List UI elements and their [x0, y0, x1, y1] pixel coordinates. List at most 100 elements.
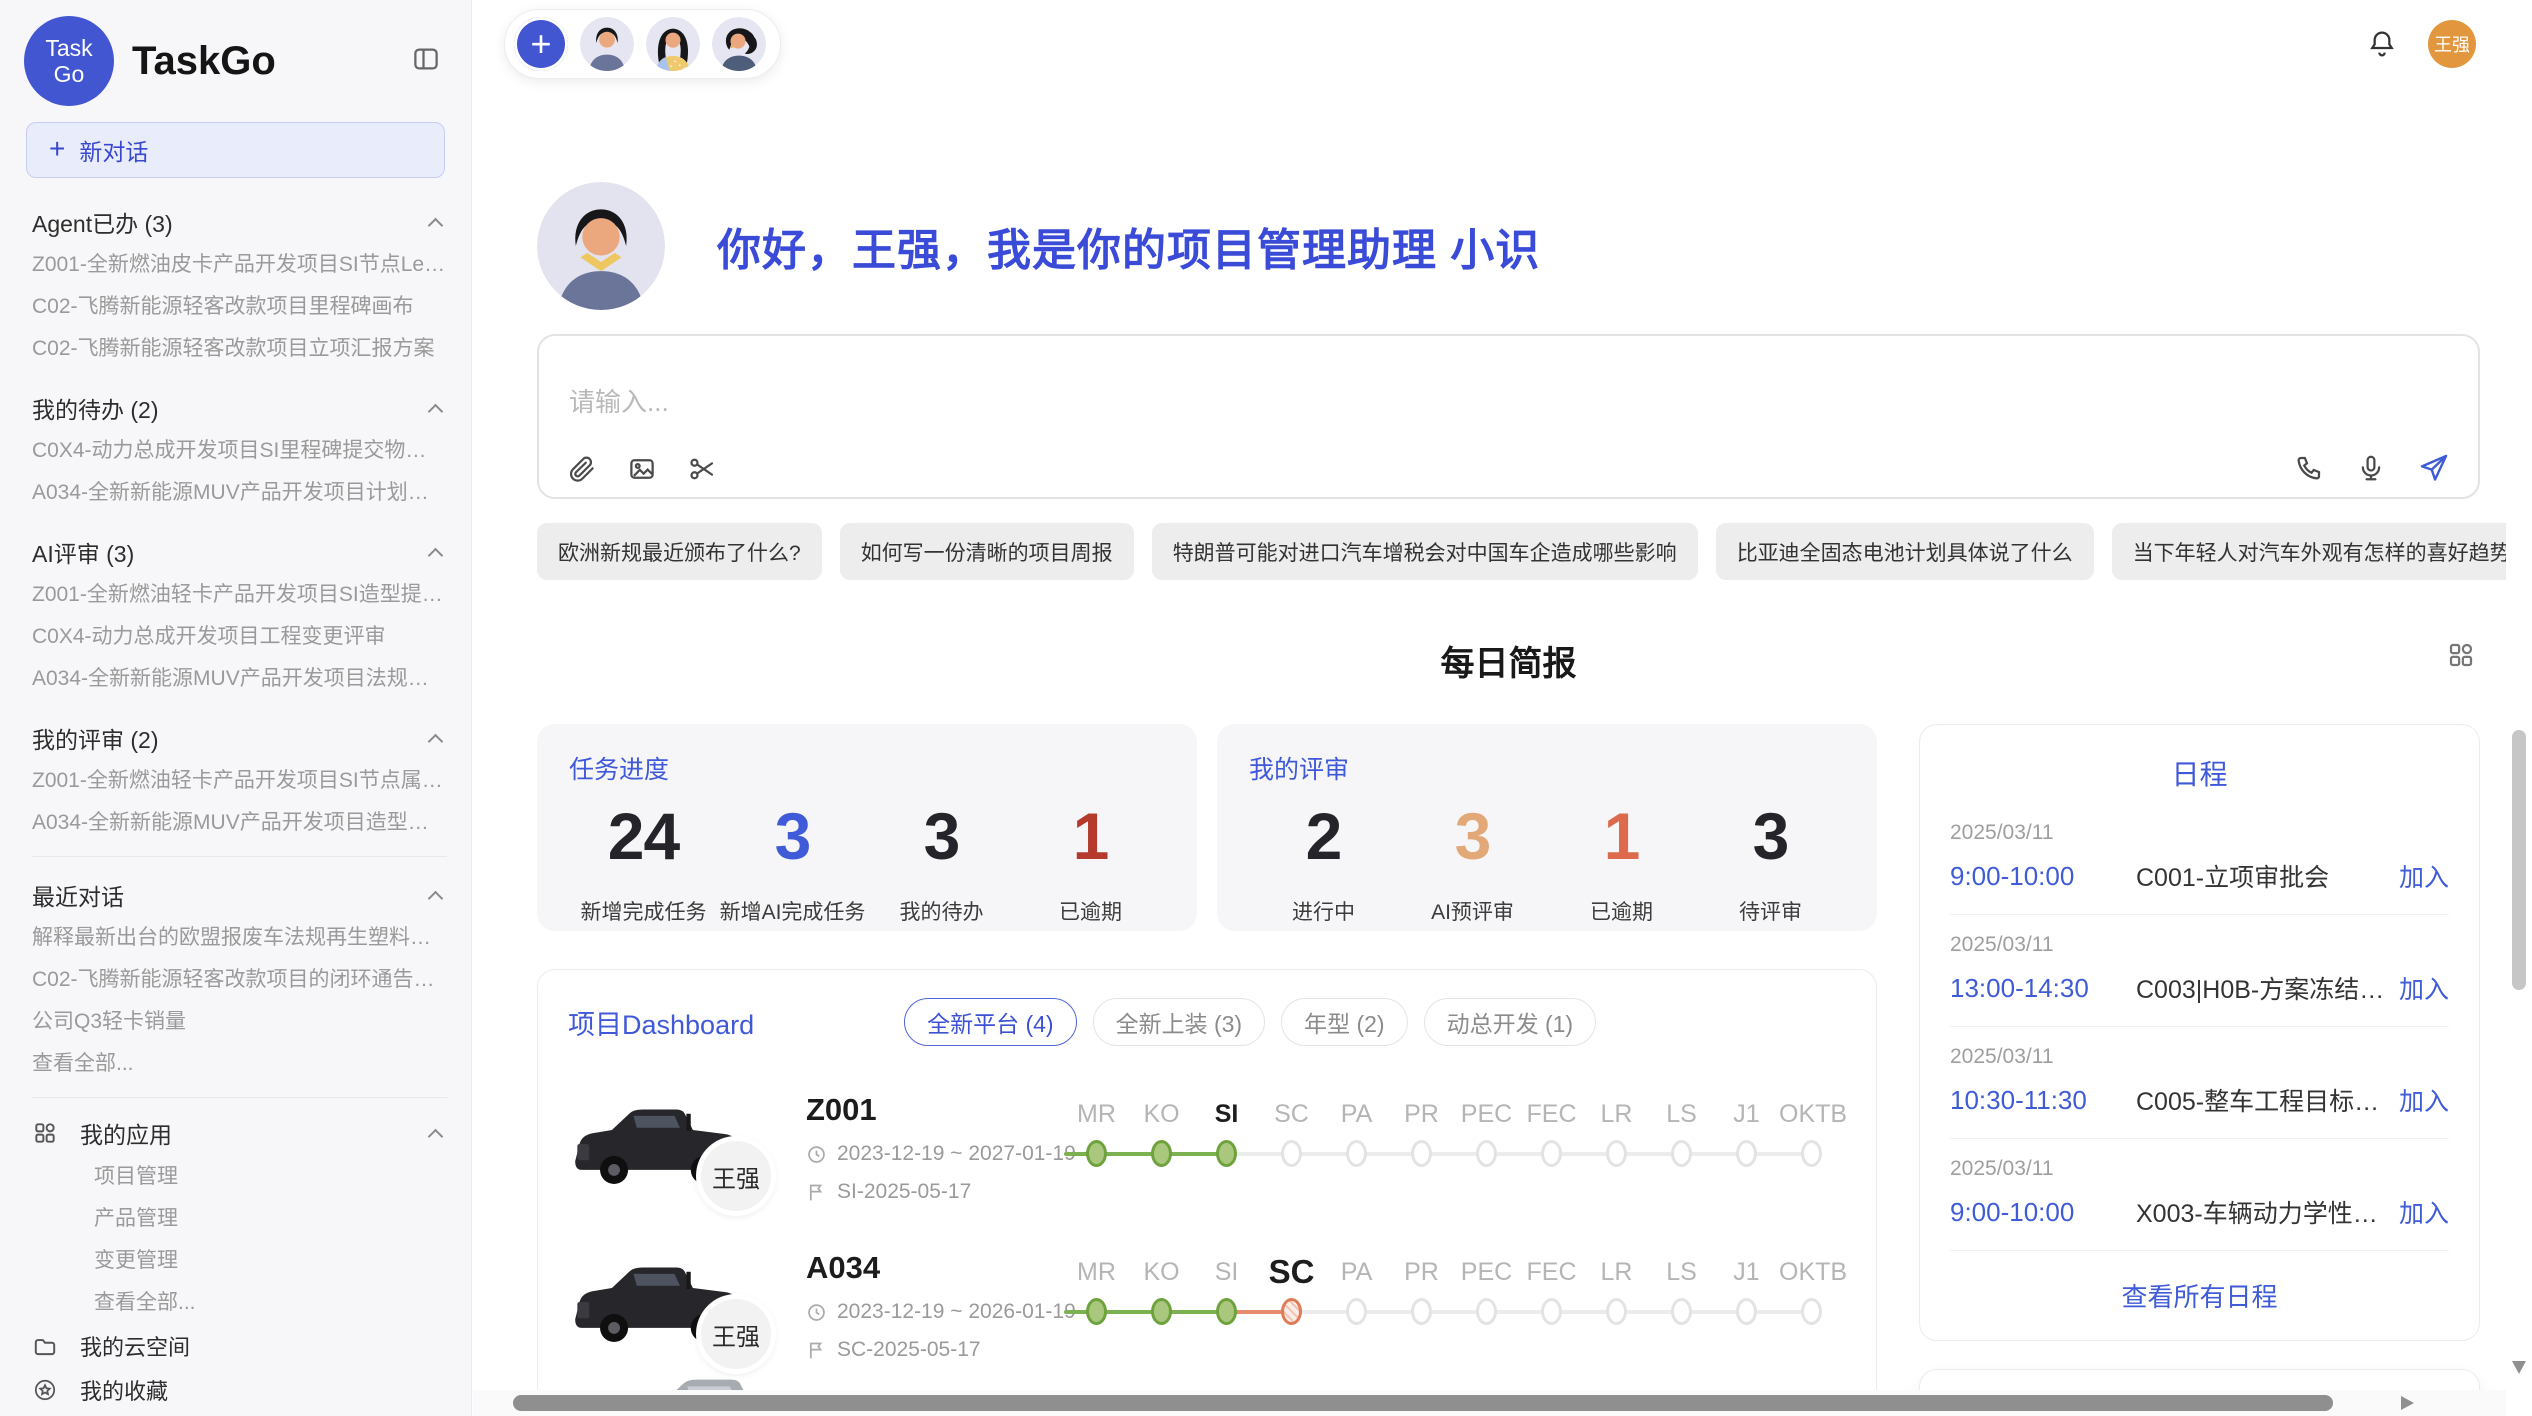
milestone-node[interactable] — [1411, 1140, 1432, 1167]
milestone-node[interactable] — [1411, 1298, 1432, 1325]
recent-conversation-item[interactable]: C02-飞腾新能源轻客改款项目的闭环通告反馈情况 — [32, 959, 447, 1001]
sidebar-task-item[interactable]: Z001-全新燃油轻卡产品开发项目SI节点属性5D文件评审 — [32, 760, 447, 802]
stat-cell: 1已逾期 — [1016, 790, 1165, 926]
sidebar-section-header[interactable]: 我的待办 (2) — [32, 386, 447, 430]
suggestion-chip[interactable]: 如何写一份清晰的项目周报 — [840, 523, 1134, 580]
dashboard-tab[interactable]: 动总开发 (1) — [1424, 998, 1597, 1046]
image-upload-icon[interactable] — [627, 454, 657, 484]
recent-conversation-item[interactable]: 公司Q3轻卡销量 — [32, 1001, 447, 1043]
sidebar-scroll-area[interactable]: Agent已办 (3)Z001-全新燃油皮卡产品开发项目SI节点Lesson L… — [0, 184, 471, 1416]
sidebar-task-item[interactable]: C0X4-动力总成开发项目SI里程碑提交物检查 — [32, 430, 447, 472]
horizontal-scrollbar[interactable] — [473, 1390, 2506, 1416]
sidebar-item-favorites[interactable]: 我的收藏 — [32, 1368, 447, 1412]
dashboard-tab[interactable]: 全新上装 (3) — [1093, 998, 1266, 1046]
add-member-button[interactable]: + — [514, 17, 568, 71]
star-icon — [32, 1377, 58, 1403]
milestone-node[interactable] — [1606, 1140, 1627, 1167]
scroll-down-arrow-icon[interactable] — [2512, 1361, 2526, 1374]
milestone-node[interactable] — [1346, 1140, 1367, 1167]
app-logo: Task Go — [24, 16, 114, 106]
section-title: AI评审 (3) — [32, 535, 134, 569]
app-item[interactable]: 变更管理 — [32, 1240, 447, 1282]
vertical-scrollbar-thumb[interactable] — [2512, 730, 2526, 990]
view-all-link[interactable]: 查看全部... — [32, 1282, 447, 1324]
send-icon[interactable] — [2418, 452, 2450, 484]
layout-grid-icon[interactable] — [2446, 640, 2476, 670]
avatar-woman-long-hair[interactable] — [646, 17, 700, 71]
project-car: 王强 — [568, 1248, 806, 1361]
milestone-node[interactable] — [1736, 1140, 1757, 1167]
app-item[interactable]: 项目管理 — [32, 1156, 447, 1198]
sidebar-task-item[interactable]: C02-飞腾新能源轻客改款项目里程碑画布 — [32, 286, 447, 328]
sidebar-section-header[interactable]: AI评审 (3) — [32, 530, 447, 574]
suggestion-chip[interactable]: 欧洲新规最近颁布了什么? — [537, 523, 822, 580]
milestone-node[interactable] — [1801, 1298, 1822, 1325]
screenshot-scissors-icon[interactable] — [687, 454, 717, 484]
milestone-node[interactable] — [1281, 1298, 1302, 1325]
user-avatar[interactable]: 王强 — [2428, 20, 2476, 68]
milestone-node[interactable] — [1086, 1140, 1107, 1167]
sidebar-task-item[interactable]: A034-全新新能源MUV产品开发项目计划变更表编写 — [32, 472, 447, 514]
milestone-node[interactable] — [1541, 1140, 1562, 1167]
stat-label: 新增AI完成任务 — [718, 896, 867, 926]
scroll-right-arrow-icon[interactable] — [2401, 1396, 2414, 1410]
milestone-labels: MRKOSISCPAPRPECFECLRLSJ1OKTB — [1064, 1252, 1846, 1292]
milestone-node[interactable] — [1801, 1140, 1822, 1167]
milestone-node[interactable] — [1151, 1140, 1172, 1167]
sidebar-task-item[interactable]: Z001-全新燃油皮卡产品开发项目SI节点Lesson Learn报告 — [32, 244, 447, 286]
project-info: Z0012023-12-19 ~ 2027-01-19SI-2025-05-17 — [806, 1090, 1056, 1204]
sidebar-task-item[interactable]: A034-全新新能源MUV产品开发项目法规符合性评审 — [32, 658, 447, 700]
milestone-node[interactable] — [1671, 1298, 1692, 1325]
join-meeting-link[interactable]: 加入 — [2399, 858, 2449, 894]
milestone-node[interactable] — [1541, 1298, 1562, 1325]
sidebar-task-item[interactable]: Z001-全新燃油轻卡产品开发项目SI造型提交物评审 — [32, 574, 447, 616]
milestone-node[interactable] — [1281, 1140, 1302, 1167]
milestone-node[interactable] — [1346, 1298, 1367, 1325]
stat-label: 新增完成任务 — [569, 896, 718, 926]
project-flag-label: SI-2025-05-17 — [837, 1180, 971, 1204]
milestone-node[interactable] — [1151, 1298, 1172, 1325]
recent-section-header[interactable]: 最近对话 — [32, 873, 447, 917]
milestone-node[interactable] — [1476, 1298, 1497, 1325]
phone-call-icon[interactable] — [2294, 453, 2324, 483]
avatar-woman-ponytail[interactable] — [712, 17, 766, 71]
milestone-node[interactable] — [1476, 1140, 1497, 1167]
collapse-sidebar-icon[interactable] — [407, 40, 445, 83]
chat-input[interactable] — [569, 382, 2218, 444]
dashboard-tab[interactable]: 全新平台 (4) — [904, 998, 1077, 1046]
milestone-label: LR — [1584, 1252, 1649, 1292]
milestone-node[interactable] — [1736, 1298, 1757, 1325]
sidebar-task-item[interactable]: C02-飞腾新能源轻客改款项目立项汇报方案 — [32, 328, 447, 370]
join-meeting-link[interactable]: 加入 — [2399, 1082, 2449, 1118]
join-meeting-link[interactable]: 加入 — [2399, 1194, 2449, 1230]
suggestion-chip[interactable]: 当下年轻人对汽车外观有怎样的喜好趋势 — [2112, 523, 2532, 580]
view-all-link[interactable]: 查看全部... — [32, 1043, 447, 1085]
milestone-node[interactable] — [1216, 1140, 1237, 1167]
suggestion-chip[interactable]: 比亚迪全固态电池计划具体说了什么 — [1716, 523, 2094, 580]
sidebar-section-header[interactable]: 我的评审 (2) — [32, 716, 447, 760]
milestone-node[interactable] — [1086, 1298, 1107, 1325]
new-chat-button[interactable]: + 新对话 — [26, 122, 445, 178]
recent-conversation-item[interactable]: 解释最新出台的欧盟报废车法规再生塑料比例被调至15%... — [32, 917, 447, 959]
dashboard-tab[interactable]: 年型 (2) — [1281, 998, 1408, 1046]
app-item[interactable]: 产品管理 — [32, 1198, 447, 1240]
milestone-node[interactable] — [1606, 1298, 1627, 1325]
milestone-node[interactable] — [1216, 1298, 1237, 1325]
suggestion-chip[interactable]: 特朗普可能对进口汽车增税会对中国车企造成哪些影响 — [1152, 523, 1698, 580]
my-apps-header[interactable]: 我的应用 — [32, 1110, 447, 1156]
vertical-scrollbar[interactable] — [2506, 0, 2532, 1390]
schedule-time: 9:00-10:00 — [1950, 861, 2136, 892]
view-all-schedule-link[interactable]: 查看所有日程 — [1950, 1251, 2449, 1330]
notification-bell-icon[interactable] — [2366, 28, 2398, 60]
join-meeting-link[interactable]: 加入 — [2399, 970, 2449, 1006]
stat-label: 我的待办 — [867, 896, 1016, 926]
sidebar-task-item[interactable]: C0X4-动力总成开发项目工程变更评审 — [32, 616, 447, 658]
microphone-icon[interactable] — [2356, 453, 2386, 483]
avatar-man[interactable] — [580, 17, 634, 71]
sidebar-item-cloud-space[interactable]: 我的云空间 — [32, 1324, 447, 1368]
sidebar-section-header[interactable]: Agent已办 (3) — [32, 200, 447, 244]
attachment-icon[interactable] — [567, 454, 597, 484]
milestone-node[interactable] — [1671, 1140, 1692, 1167]
horizontal-scrollbar-thumb[interactable] — [513, 1395, 2333, 1411]
sidebar-task-item[interactable]: A034-全新新能源MUV产品开发项目造型可行性评审 — [32, 802, 447, 844]
